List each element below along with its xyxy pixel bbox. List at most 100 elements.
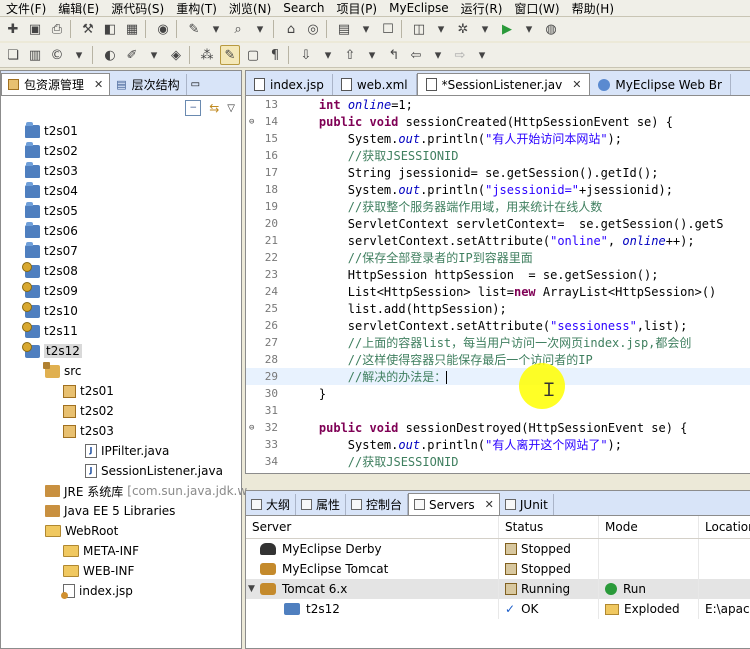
tree-item[interactable]: t2s05 — [1, 201, 241, 221]
chevron-down-icon[interactable]: ▾ — [207, 20, 225, 38]
tree-item[interactable]: index.jsp — [1, 581, 241, 601]
column-header[interactable]: Server — [246, 516, 499, 538]
tab-bottom-view[interactable]: JUnit — [500, 494, 554, 515]
tree-item[interactable]: t2s02 — [1, 401, 241, 421]
tab-bottom-view[interactable]: Servers ✕ — [408, 493, 500, 515]
toggle-mark-icon[interactable]: ✎ — [220, 45, 240, 65]
close-icon[interactable]: ✕ — [485, 498, 494, 511]
code-area[interactable]: 13 int online=1; ⊖ 14 public void sessionC… — [246, 96, 750, 473]
tree-item[interactable]: t2s10 — [1, 301, 241, 321]
menu-item[interactable]: 窗口(W) — [508, 0, 565, 16]
menu-item[interactable]: 帮助(H) — [566, 0, 620, 16]
tree-item[interactable]: J IPFilter.java — [1, 441, 241, 461]
tree-item[interactable]: t2s09 — [1, 281, 241, 301]
fold-icon[interactable]: ⊖ — [249, 423, 254, 433]
external-tools-icon[interactable]: ◍ — [542, 20, 560, 38]
tab-editor-file[interactable]: *SessionListener.jav ✕ — [416, 73, 591, 95]
tree-item[interactable]: WEB-INF — [1, 561, 241, 581]
tree-item[interactable]: t2s01 — [1, 381, 241, 401]
new-package-icon[interactable]: ▥ — [26, 46, 44, 64]
chevron-down-icon[interactable]: ▾ — [145, 46, 163, 64]
block-selection-icon[interactable]: ▢ — [244, 46, 262, 64]
tree-item[interactable]: JRE 系统库 [com.sun.java.jdk.w — [1, 481, 247, 501]
next-annotation-icon[interactable]: ⇩ — [297, 46, 315, 64]
search-icon[interactable]: ⌕ — [229, 20, 247, 38]
server-icon[interactable]: ▤ — [335, 20, 353, 38]
brush-icon[interactable]: ✐ — [123, 46, 141, 64]
tab-package-explorer[interactable]: 包资源管理 ✕ — [1, 73, 111, 95]
toggle-breadcrumb-icon[interactable]: ⁂ — [198, 46, 216, 64]
tab-editor-file[interactable]: index.jsp — [246, 74, 333, 95]
debug-icon[interactable]: ✲ — [454, 20, 472, 38]
tree-item[interactable]: t2s06 — [1, 221, 241, 241]
chevron-down-icon[interactable]: ▾ — [520, 20, 538, 38]
server-row[interactable]: ▼ Tomcat 6.x Running Run — [246, 579, 750, 599]
close-icon[interactable]: ✕ — [572, 78, 581, 91]
chevron-down-icon[interactable]: ▾ — [70, 46, 88, 64]
menu-item[interactable]: 项目(P) — [331, 0, 384, 16]
new-java-project-icon[interactable]: ❏ — [4, 46, 22, 64]
wizard-icon[interactable]: ✎ — [185, 20, 203, 38]
run-icon[interactable]: ▶ — [498, 20, 516, 38]
save-icon[interactable]: ▣ — [26, 20, 44, 38]
open-type-icon[interactable]: ◐ — [101, 46, 119, 64]
column-header[interactable]: Mode — [599, 516, 699, 538]
tree-item[interactable]: t2s07 — [1, 241, 241, 261]
globe-icon[interactable]: ◎ — [304, 20, 322, 38]
web-icon[interactable]: ⌂ — [282, 20, 300, 38]
collapse-all-icon[interactable]: − — [185, 100, 202, 116]
chevron-down-icon[interactable]: ▾ — [476, 20, 494, 38]
chevron-down-icon[interactable]: ▾ — [319, 46, 337, 64]
tree-item[interactable]: Java EE 5 Libraries — [1, 501, 241, 521]
open-task-icon[interactable]: ◈ — [167, 46, 185, 64]
tree-item[interactable]: t2s12 — [1, 341, 241, 361]
tab-editor-file[interactable]: MyEclipse Web Br — [590, 74, 731, 95]
menu-item[interactable]: 编辑(E) — [52, 0, 105, 16]
camera-icon[interactable]: ◫ — [410, 20, 428, 38]
new-icon[interactable]: ✚ — [4, 20, 22, 38]
menu-item[interactable]: 浏览(N) — [223, 0, 277, 16]
tree-item[interactable]: META-INF — [1, 541, 241, 561]
menu-item[interactable]: 运行(R) — [455, 0, 509, 16]
tree-item[interactable]: t2s01 — [1, 121, 241, 141]
menu-item[interactable]: MyEclipse — [383, 1, 455, 15]
tree-item[interactable]: t2s02 — [1, 141, 241, 161]
back-icon[interactable]: ⇦ — [407, 46, 425, 64]
tree-item[interactable]: t2s03 — [1, 161, 241, 181]
show-whitespace-icon[interactable]: ¶ — [266, 46, 284, 64]
chevron-down-icon[interactable]: ▾ — [357, 20, 375, 38]
minimize-icon[interactable]: ▭ — [191, 79, 200, 90]
fold-icon[interactable]: ⊖ — [249, 117, 254, 127]
chevron-down-icon[interactable]: ▾ — [432, 20, 450, 38]
print-icon[interactable]: ⎙ — [48, 20, 66, 38]
forward-icon[interactable]: ⇨ — [451, 46, 469, 64]
tree-item[interactable]: t2s03 — [1, 421, 241, 441]
package-icon[interactable]: ◧ — [101, 20, 119, 38]
menu-item[interactable]: Search — [277, 1, 330, 15]
view-menu-button[interactable]: ▭ — [187, 74, 204, 95]
last-edit-icon[interactable]: ↰ — [385, 46, 403, 64]
server-row[interactable]: MyEclipse Tomcat Stopped — [246, 559, 750, 579]
tree-item[interactable]: t2s11 — [1, 321, 241, 341]
tab-bottom-view[interactable]: 属性 — [296, 494, 347, 515]
previous-annotation-icon[interactable]: ⇧ — [341, 46, 359, 64]
tab-bottom-view[interactable]: 大纲 — [246, 494, 297, 515]
deploy-icon[interactable]: ⚒ — [79, 20, 97, 38]
column-header[interactable]: Status — [499, 516, 599, 538]
server-row[interactable]: MyEclipse Derby Stopped — [246, 539, 750, 559]
server-row[interactable]: t2s12 ✓ OK Exploded E:\apach — [246, 599, 750, 619]
tree-item[interactable]: src — [1, 361, 241, 381]
config-icon[interactable]: ☐ — [379, 20, 397, 38]
close-icon[interactable]: ✕ — [94, 78, 103, 91]
column-header[interactable]: Location — [699, 516, 750, 538]
new-class-icon[interactable]: © — [48, 46, 66, 64]
archive-icon[interactable]: ▦ — [123, 20, 141, 38]
tree-item[interactable]: WebRoot — [1, 521, 241, 541]
browse-icon[interactable]: ◉ — [154, 20, 172, 38]
view-menu-icon[interactable]: ▽ — [227, 103, 235, 114]
menu-item[interactable]: 重构(T) — [170, 0, 223, 16]
chevron-down-icon[interactable]: ▾ — [363, 46, 381, 64]
chevron-down-icon[interactable]: ▾ — [251, 20, 269, 38]
menu-item[interactable]: 源代码(S) — [105, 0, 170, 16]
chevron-down-icon[interactable]: ▾ — [473, 46, 491, 64]
